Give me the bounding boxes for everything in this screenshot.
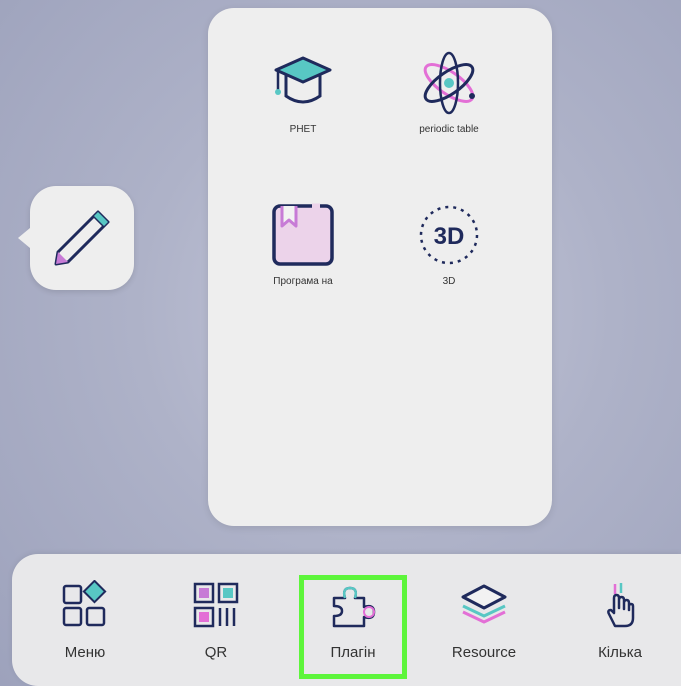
app-phet[interactable]: PHET [238,48,368,135]
app-periodic-table[interactable]: periodic table [384,48,514,135]
dock-item-multitouch[interactable]: Кілька [565,580,675,661]
dock-item-qr[interactable]: QR [161,580,271,661]
qr-code-icon [193,582,239,628]
graduation-cap-icon [274,56,332,104]
app-label: PHET [289,124,317,135]
app-label: Програма на [273,276,333,287]
layers-icon [461,584,507,624]
dock-label: QR [204,644,228,661]
app-programa[interactable]: Програма на [238,200,368,287]
dock-item-menu[interactable]: Меню [30,580,140,661]
3d-icon: 3D [419,205,479,265]
grid-menu-icon [62,580,107,627]
selection-outline [299,575,407,679]
dock-label: Меню [64,644,106,661]
app-3d[interactable]: 3D 3D [384,200,514,287]
dock-item-resource[interactable]: Resource [429,580,539,661]
bookmark-book-icon [272,203,334,266]
app-label: 3D [442,276,456,287]
pencil-icon [54,210,110,266]
app-label: periodic table [419,124,479,135]
plugin-panel: PHET periodic table Програма на 3D 3D [208,8,552,526]
dock-label: Resource [451,644,517,661]
dock-label: Кілька [598,644,642,661]
pen-tool-button[interactable] [18,186,134,290]
multi-touch-hand-icon [607,583,635,628]
atom-icon [423,51,475,115]
3d-icon-text: 3D [434,223,465,250]
